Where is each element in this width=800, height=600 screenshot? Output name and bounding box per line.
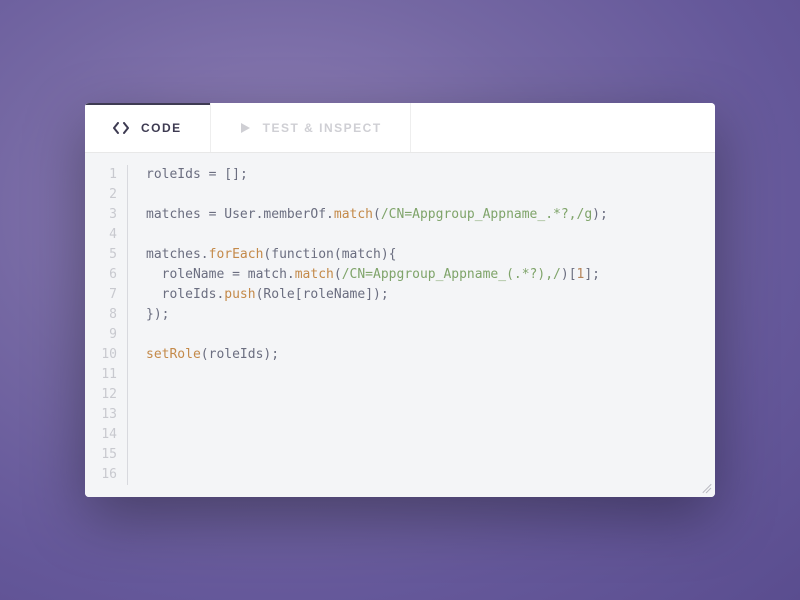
line-number: 9 [85,325,117,345]
code-line[interactable]: roleIds = []; [146,165,697,185]
line-number: 5 [85,245,117,265]
line-number: 6 [85,265,117,285]
code-line[interactable]: }); [146,305,697,325]
line-number: 13 [85,405,117,425]
code-line[interactable]: setRole(roleIds); [146,345,697,365]
tab-test-label: TEST & INSPECT [263,121,382,135]
line-number: 11 [85,365,117,385]
code-line[interactable] [146,445,697,465]
code-line[interactable] [146,365,697,385]
line-number: 8 [85,305,117,325]
line-number: 10 [85,345,117,365]
tab-test-inspect[interactable]: TEST & INSPECT [211,103,411,152]
code-line[interactable]: roleName = match.match(/CN=Appgroup_Appn… [146,265,697,285]
code-line[interactable]: matches = User.memberOf.match(/CN=Appgro… [146,205,697,225]
code-content[interactable]: roleIds = []; matches = User.memberOf.ma… [128,165,715,485]
line-number: 14 [85,425,117,445]
line-number: 16 [85,465,117,485]
line-number: 2 [85,185,117,205]
line-number: 7 [85,285,117,305]
tab-code[interactable]: CODE [85,103,211,152]
resize-handle[interactable] [699,481,711,493]
line-number: 4 [85,225,117,245]
tab-bar: CODE TEST & INSPECT [85,103,715,153]
play-icon [239,122,251,134]
line-number: 1 [85,165,117,185]
code-icon [113,122,129,134]
code-editor-window: CODE TEST & INSPECT 12345678910111213141… [85,103,715,497]
code-line[interactable] [146,325,697,345]
line-number-gutter: 12345678910111213141516 [85,165,127,485]
code-line[interactable] [146,425,697,445]
code-line[interactable] [146,405,697,425]
tab-code-label: CODE [141,121,182,135]
code-line[interactable] [146,185,697,205]
line-number: 3 [85,205,117,225]
editor-area[interactable]: 12345678910111213141516 roleIds = []; ma… [85,153,715,497]
code-line[interactable] [146,225,697,245]
code-line[interactable] [146,465,697,485]
code-line[interactable]: matches.forEach(function(match){ [146,245,697,265]
code-line[interactable]: roleIds.push(Role[roleName]); [146,285,697,305]
line-number: 15 [85,445,117,465]
line-number: 12 [85,385,117,405]
code-line[interactable] [146,385,697,405]
